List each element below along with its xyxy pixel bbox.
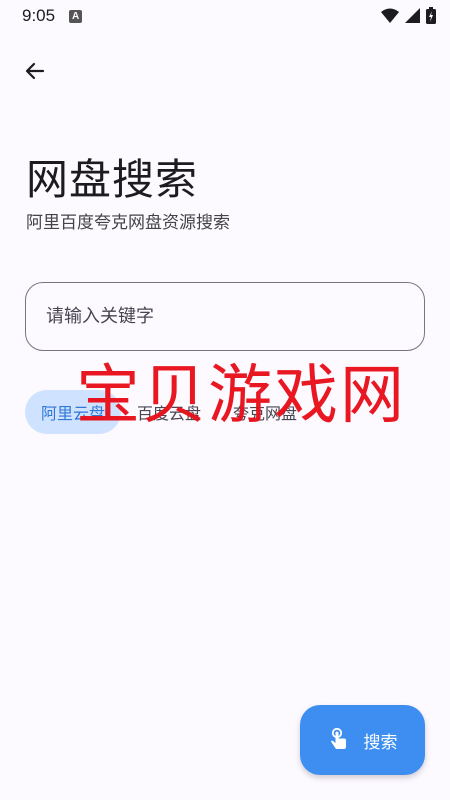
arrow-left-icon [25,62,45,80]
search-input[interactable] [25,282,425,351]
battery-icon [426,7,436,24]
page-subtitle: 阿里百度夸克网盘资源搜索 [26,213,230,233]
status-icons [381,7,436,24]
a-notification-icon: A [69,9,83,23]
tap-hand-icon [330,728,346,749]
tab-aliyun[interactable]: 阿里云盘 [25,390,122,434]
back-button[interactable] [18,54,52,88]
status-time: 9:05 [22,6,56,25]
tab-baidu[interactable]: 百度云盘 [121,390,217,434]
signal-icon [405,7,420,23]
tab-quark[interactable]: 夸克网盘 [217,390,313,434]
search-fab-label: 搜索 [363,732,398,753]
disk-tabs: 阿里云盘 百度云盘 夸克网盘 [25,390,313,434]
status-bar: 9:05 A [0,0,450,32]
search-fab-button[interactable]: 搜索 [300,705,425,775]
wifi-icon [381,8,399,23]
page-title: 网盘搜索 [26,155,199,204]
